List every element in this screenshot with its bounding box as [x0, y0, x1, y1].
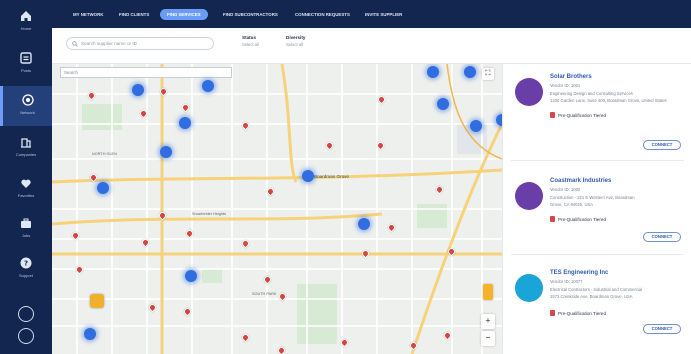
document-icon — [550, 216, 555, 222]
park-area — [202, 269, 222, 283]
map-cluster-icon[interactable] — [160, 146, 172, 158]
map-district-label: SOUTH PARK — [252, 292, 277, 296]
logout-icon[interactable] — [18, 328, 34, 344]
map-cluster-icon[interactable] — [202, 80, 214, 92]
badge-label: Pre-Qualification Tiered — [558, 311, 607, 316]
posts-icon — [20, 52, 32, 64]
map-district-label: NORTH GLEN — [92, 152, 117, 156]
badge-label: Pre-Qualification Tiered — [558, 113, 607, 118]
sidebar-item-home[interactable]: Home — [0, 2, 52, 42]
street-view-pegman-icon[interactable] — [483, 284, 493, 300]
sidebar-item-jobs[interactable]: Jobs — [0, 209, 52, 249]
sidebar-item-network[interactable]: Network — [0, 86, 52, 126]
status-filter-value: Select all — [242, 42, 259, 47]
supplier-address-line2: Grove, CA 94025, USA — [550, 202, 594, 207]
filter-bar: Search supplier name or ID Status Select… — [52, 28, 691, 64]
status-filter[interactable]: Status Select all — [242, 35, 259, 47]
tab-find-clients[interactable]: FIND CLIENTS — [112, 9, 156, 20]
diversity-filter-value: Select all — [286, 42, 303, 47]
supplier-id: Vendor ID: 1002 — [550, 187, 581, 192]
supplier-address: Construction - 221 E Western Ave, Boardm… — [550, 195, 635, 200]
map-search-placeholder: Search — [64, 70, 78, 75]
document-icon — [550, 112, 555, 118]
settings-icon[interactable] — [18, 306, 34, 322]
prequalification-badge: Pre-Qualification Tiered — [550, 310, 606, 316]
map-cluster-icon[interactable] — [470, 120, 482, 132]
map-cluster-icon[interactable] — [437, 98, 449, 110]
search-icon — [72, 41, 78, 47]
fullscreen-button[interactable]: ⛶ — [482, 68, 494, 80]
badge-label: Pre-Qualification Tiered — [558, 217, 607, 222]
zoom-out-button[interactable]: − — [481, 331, 495, 346]
park-area — [417, 204, 447, 228]
supplier-search-input[interactable]: Search supplier name or ID — [66, 37, 214, 50]
tab-find-services[interactable]: FIND SERVICES — [160, 9, 208, 20]
support-icon: ? — [20, 257, 32, 269]
map-view[interactable]: Search Boardman Grove Snowbelder Heights… — [52, 64, 502, 354]
connect-button[interactable]: CONNECT — [643, 232, 681, 242]
map-cluster-icon[interactable] — [84, 328, 96, 340]
supplier-address: Engineering Design and Consulting Servic… — [550, 91, 633, 96]
card-divider — [511, 254, 684, 255]
supplier-id: Vendor ID: 10077 — [550, 279, 583, 284]
map-cluster-icon[interactable] — [185, 270, 197, 282]
network-icon — [21, 94, 34, 106]
supplier-card[interactable]: Coastmark Industries Vendor ID: 1002 Con… — [503, 168, 691, 256]
supplier-logo — [515, 182, 543, 210]
map-cluster-icon[interactable] — [132, 84, 144, 96]
sidebar-item-posts[interactable]: Posts — [0, 44, 52, 84]
park-area — [297, 284, 337, 344]
tab-find-subcontractors[interactable]: FIND SUBCONTRACTORS — [216, 9, 285, 20]
tab-my-network[interactable]: MY NETWORK — [66, 9, 110, 20]
connect-button[interactable]: CONNECT — [643, 324, 681, 334]
tab-invite-supplier[interactable]: INVITE SUPPLIER — [358, 9, 409, 20]
supplier-address-line2: 1200 Garden Lane, Suite 400, Boardman Gr… — [550, 98, 667, 103]
supplier-name[interactable]: TES Engineering Inc — [550, 270, 608, 276]
supplier-logo — [515, 78, 543, 106]
sidebar-item-favorites[interactable]: Favorites — [0, 169, 52, 209]
supplier-name[interactable]: Coastmark Industries — [550, 178, 611, 184]
jobs-icon — [21, 218, 31, 228]
park-area — [82, 104, 122, 130]
map-cluster-icon[interactable] — [179, 117, 191, 129]
sidebar: Home Posts Network Companies Favorites J… — [0, 0, 52, 354]
supplier-id: Vendor ID: 1001 — [550, 83, 581, 88]
supplier-address-line2: 1572 Creekside Ave, Boardman Grove, USA — [550, 294, 633, 299]
map-city-label: Boardman Grove — [314, 174, 349, 179]
map-cluster-icon[interactable] — [97, 182, 109, 194]
tab-connection-requests[interactable]: CONNECTION REQUESTS — [288, 9, 357, 20]
supplier-card[interactable]: Solar Brothers Vendor ID: 1001 Engineeri… — [503, 64, 691, 152]
supplier-address: Electrical Contractors - Industrial and … — [550, 287, 643, 292]
prequalification-badge: Pre-Qualification Tiered — [550, 216, 606, 222]
supplier-card[interactable]: TES Engineering Inc Vendor ID: 10077 Ele… — [503, 260, 691, 348]
map-cluster-icon[interactable] — [302, 170, 314, 182]
results-panel: Solar Brothers Vendor ID: 1001 Engineeri… — [502, 64, 691, 354]
home-icon — [21, 11, 31, 21]
svg-text:?: ? — [24, 260, 28, 268]
prequalification-badge: Pre-Qualification Tiered — [550, 112, 606, 118]
supplier-logo — [515, 274, 543, 302]
map-canvas — [52, 64, 502, 354]
search-placeholder: Search supplier name or ID — [81, 41, 137, 46]
connect-button[interactable]: CONNECT — [643, 140, 681, 150]
status-filter-label: Status — [242, 35, 257, 40]
map-city-label: Snowbelder Heights — [192, 212, 226, 216]
diversity-filter[interactable]: Diversity Select all — [286, 35, 305, 47]
sidebar-item-support[interactable]: ? Support — [0, 249, 52, 289]
diversity-filter-label: Diversity — [286, 35, 306, 40]
zoom-in-button[interactable]: + — [481, 314, 495, 329]
map-cluster-icon[interactable] — [464, 66, 476, 78]
favorites-icon — [21, 179, 31, 188]
map-search-input[interactable]: Search — [60, 67, 232, 78]
companies-icon — [21, 138, 31, 148]
sidebar-item-companies[interactable]: Companies — [0, 128, 52, 168]
selected-location-icon[interactable] — [90, 294, 104, 308]
map-cluster-icon[interactable] — [427, 66, 439, 78]
top-navigation: MY NETWORK FIND CLIENTS FIND SERVICES FI… — [52, 0, 691, 28]
document-icon — [550, 310, 555, 316]
map-cluster-icon[interactable] — [358, 218, 370, 230]
card-divider — [511, 160, 684, 161]
supplier-name[interactable]: Solar Brothers — [550, 74, 592, 80]
